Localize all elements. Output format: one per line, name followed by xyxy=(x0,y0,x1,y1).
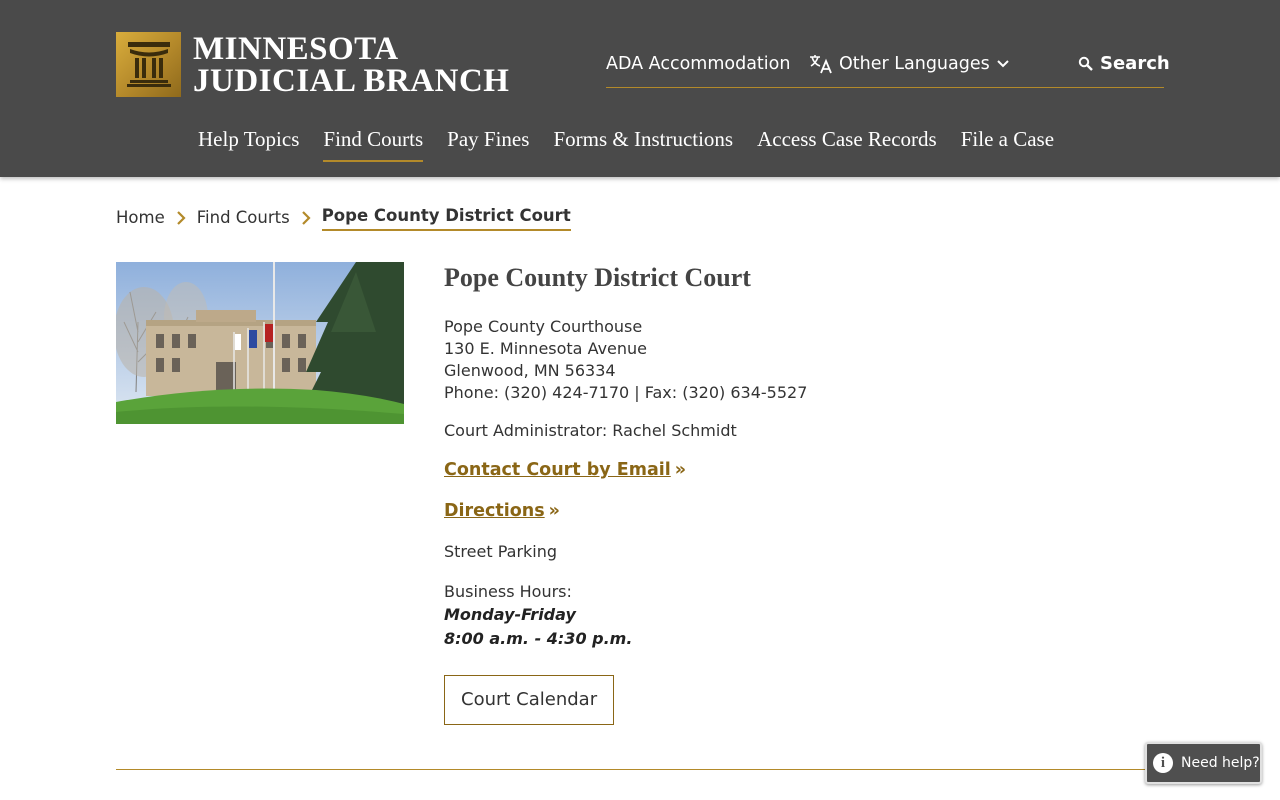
logo-wordmark: MINNESOTA JUDICIAL BRANCH xyxy=(193,30,510,99)
other-languages-dropdown[interactable]: Other Languages xyxy=(809,52,1010,76)
need-help-label: Need help? xyxy=(1181,755,1260,771)
contact-email-row: Contact Court by Email» xyxy=(444,458,1144,482)
directions-link[interactable]: Directions xyxy=(444,499,545,523)
pillar-logo-icon xyxy=(116,32,181,97)
business-hours-days: Monday-Friday xyxy=(444,605,576,624)
chevron-right-icon xyxy=(173,206,189,230)
logo-line-2: JUDICIAL BRANCH xyxy=(193,62,510,99)
site-header: MINNESOTA JUDICIAL BRANCH ADA Accommodat… xyxy=(0,0,1280,177)
breadcrumb-current: Pope County District Court xyxy=(321,204,571,231)
directions-row: Directions» xyxy=(444,499,1144,523)
business-hours-times: 8:00 a.m. - 4:30 p.m. xyxy=(444,629,633,648)
chevron-right-icon xyxy=(298,206,314,230)
need-help-button[interactable]: i Need help? xyxy=(1145,742,1262,784)
chevron-down-icon xyxy=(997,60,1009,68)
info-icon: i xyxy=(1153,753,1173,773)
page-title: Pope County District Court xyxy=(444,263,751,292)
court-calendar-button[interactable]: Court Calendar xyxy=(444,675,615,725)
address-line: Pope County Courthouse xyxy=(444,317,643,336)
search-label: Search xyxy=(1100,53,1170,74)
logo-line-1: MINNESOTA xyxy=(193,30,399,67)
parking-info: Street Parking xyxy=(444,542,558,561)
ada-accommodation-link[interactable]: ADA Accommodation xyxy=(606,52,790,76)
address-line: Glenwood, MN 56334 xyxy=(444,361,616,380)
business-hours-label: Business Hours: xyxy=(444,582,572,601)
nav-forms-instructions[interactable]: Forms & Instructions xyxy=(553,124,733,162)
court-details: Pope County District Court Pope County C… xyxy=(444,262,1144,725)
translate-icon xyxy=(810,55,832,74)
court-administrator: Court Administrator: Rachel Schmidt xyxy=(444,421,737,440)
nav-help-topics[interactable]: Help Topics xyxy=(198,124,299,162)
contact-court-email-link[interactable]: Contact Court by Email xyxy=(444,458,671,482)
content-divider xyxy=(116,769,1164,770)
directions-link-arrow: » xyxy=(548,501,560,521)
other-languages-label: Other Languages xyxy=(839,54,990,74)
site-logo[interactable]: MINNESOTA JUDICIAL BRANCH xyxy=(116,32,509,97)
nav-pay-fines[interactable]: Pay Fines xyxy=(447,124,529,162)
nav-access-case-records[interactable]: Access Case Records xyxy=(757,124,937,162)
search-icon xyxy=(1078,56,1093,71)
breadcrumb-home[interactable]: Home xyxy=(116,206,165,230)
contact-link-arrow: » xyxy=(674,460,687,480)
search-button[interactable]: Search xyxy=(1078,52,1170,76)
breadcrumb: Home Find Courts Pope County District Co… xyxy=(116,204,571,231)
nav-find-courts[interactable]: Find Courts xyxy=(323,124,424,162)
phone-fax-line: Phone: (320) 424-7170 | Fax: (320) 634-5… xyxy=(444,383,808,402)
courthouse-photo xyxy=(116,262,404,424)
address-line: 130 E. Minnesota Avenue xyxy=(444,339,648,358)
nav-file-a-case[interactable]: File a Case xyxy=(961,124,1054,162)
main-nav: Help Topics Find Courts Pay Fines Forms … xyxy=(198,124,1078,162)
court-address: Pope County Courthouse 130 E. Minnesota … xyxy=(444,316,1144,404)
breadcrumb-find-courts[interactable]: Find Courts xyxy=(197,206,290,230)
utility-nav: ADA Accommodation Other Languages Search xyxy=(606,52,1170,88)
